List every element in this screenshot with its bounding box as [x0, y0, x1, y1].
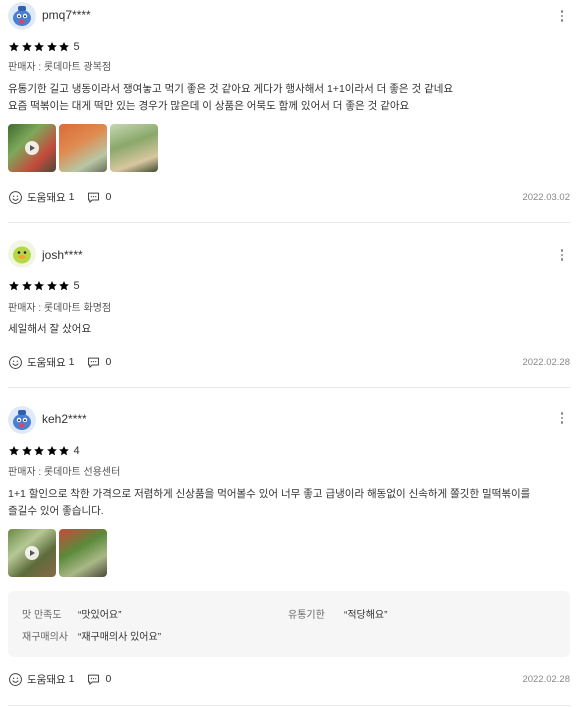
star-icon: [46, 445, 58, 457]
review-text-line: 요즘 떡볶이는 대게 떡만 있는 경우가 많은데 이 상품은 어묵도 함께 있어…: [8, 99, 410, 112]
review-text-line: 세일해서 잘 샀어요: [8, 323, 92, 335]
helpful-count: 1: [68, 673, 75, 685]
star-icon: [21, 280, 33, 292]
review-image[interactable]: [59, 529, 107, 577]
star-icon: [21, 445, 33, 457]
review-images: [8, 529, 107, 577]
review-text: 세일해서 잘 샀어요: [8, 321, 570, 338]
review-text-line: 즐길수 있어 좋습니다.: [8, 504, 104, 517]
review-date: 2022.02.28: [522, 674, 570, 685]
seller-label: 판매자 : 롯데마트 선용센터: [8, 467, 121, 478]
comment-count: 0: [105, 673, 112, 685]
rating-score: 4: [73, 445, 80, 457]
star-icon: [33, 280, 45, 292]
survey-value: “재구매의사 있어요”: [78, 632, 162, 643]
review-text: 유통기한 길고 냉동이라서 쟁여놓고 먹기 좋은 것 같아요 게다가 행사해서 …: [8, 81, 570, 114]
smile-icon: [8, 190, 23, 205]
helpful-button[interactable]: 도움돼요 1: [8, 190, 74, 205]
comment-icon: [86, 190, 101, 205]
play-icon: [25, 141, 39, 155]
comment-count: 0: [105, 356, 112, 368]
rating-score: 5: [73, 280, 80, 292]
review-images: [8, 124, 158, 172]
helpful-button[interactable]: 도움돼요 1: [8, 355, 74, 370]
rating-stars: 4: [8, 444, 80, 458]
rating-stars: 5: [8, 40, 80, 54]
star-icon: [33, 41, 45, 53]
star-icon: [58, 41, 70, 53]
survey-label: 맛 만족도: [22, 610, 62, 621]
helpful-label: 도움돼요: [27, 356, 66, 369]
review-date: 2022.03.02: [522, 192, 570, 203]
star-icon: [8, 280, 20, 292]
review-image[interactable]: [110, 124, 158, 172]
helpful-label: 도움돼요: [27, 673, 66, 686]
more-vertical-icon[interactable]: [557, 247, 567, 263]
review-date: 2022.02.28: [522, 357, 570, 368]
comment-button[interactable]: 0: [86, 672, 111, 687]
star-icon: [8, 41, 20, 53]
avatar[interactable]: [8, 240, 36, 268]
review-actions: 도움돼요 1 0: [8, 189, 111, 205]
rating-score: 5: [73, 41, 80, 53]
review-image-video[interactable]: [8, 124, 56, 172]
star-icon: [58, 445, 70, 457]
seller-label: 판매자 : 롯데마트 광복점: [8, 62, 112, 73]
review-item: keh2**** 4 판매자 : 롯데마트 선용센터 1+1 할인으로 착한 가…: [0, 388, 580, 707]
review-image-video[interactable]: [8, 529, 56, 577]
star-icon: [46, 41, 58, 53]
more-vertical-icon[interactable]: [557, 410, 567, 426]
survey-value: “맛있어요”: [78, 610, 122, 621]
star-icon: [33, 445, 45, 457]
play-icon: [25, 546, 39, 560]
avatar[interactable]: [8, 2, 36, 30]
review-item: pmq7**** 5 판매자 : 롯데마트 광복점 유통기한 길고 냉동이라서 …: [0, 0, 580, 222]
review-item: josh**** 5 판매자 : 롯데마트 화명점 세일해서 잘 샀어요 도움돼…: [0, 223, 580, 387]
survey-value: “적당해요”: [344, 610, 388, 621]
helpful-count: 1: [68, 356, 75, 368]
comment-button[interactable]: 0: [86, 190, 111, 205]
comment-icon: [86, 672, 101, 687]
username[interactable]: josh****: [42, 248, 83, 262]
helpful-count: 1: [68, 191, 75, 203]
review-actions: 도움돼요 1 0: [8, 671, 111, 687]
smile-icon: [8, 672, 23, 687]
comment-count: 0: [105, 191, 112, 203]
seller-label: 판매자 : 롯데마트 화명점: [8, 303, 112, 314]
survey-label: 재구매의사: [22, 632, 68, 643]
star-icon: [58, 280, 70, 292]
helpful-button[interactable]: 도움돼요 1: [8, 672, 74, 687]
survey-box: 맛 만족도 “맛있어요” 유통기한 “적당해요” 재구매의사 “재구매의사 있어…: [8, 591, 570, 657]
more-vertical-icon[interactable]: [557, 8, 567, 24]
avatar[interactable]: [8, 406, 36, 434]
star-icon: [46, 280, 58, 292]
comment-icon: [86, 355, 101, 370]
review-text-line: 1+1 할인으로 착한 가격으로 저렴하게 신상품을 먹어볼수 있어 너무 좋고…: [8, 488, 531, 500]
review-actions: 도움돼요 1 0: [8, 354, 111, 370]
divider: [8, 705, 570, 706]
comment-button[interactable]: 0: [86, 355, 111, 370]
helpful-label: 도움돼요: [27, 191, 66, 204]
username[interactable]: pmq7****: [42, 8, 91, 22]
star-icon: [8, 445, 20, 457]
review-text: 1+1 할인으로 착한 가격으로 저렴하게 신상품을 먹어볼수 있어 너무 좋고…: [8, 486, 570, 519]
review-image[interactable]: [59, 124, 107, 172]
smile-icon: [8, 355, 23, 370]
review-text-line: 유통기한 길고 냉동이라서 쟁여놓고 먹기 좋은 것 같아요 게다가 행사해서 …: [8, 83, 454, 95]
survey-label: 유통기한: [288, 610, 325, 621]
rating-stars: 5: [8, 279, 80, 293]
star-icon: [21, 41, 33, 53]
username[interactable]: keh2****: [42, 412, 87, 426]
